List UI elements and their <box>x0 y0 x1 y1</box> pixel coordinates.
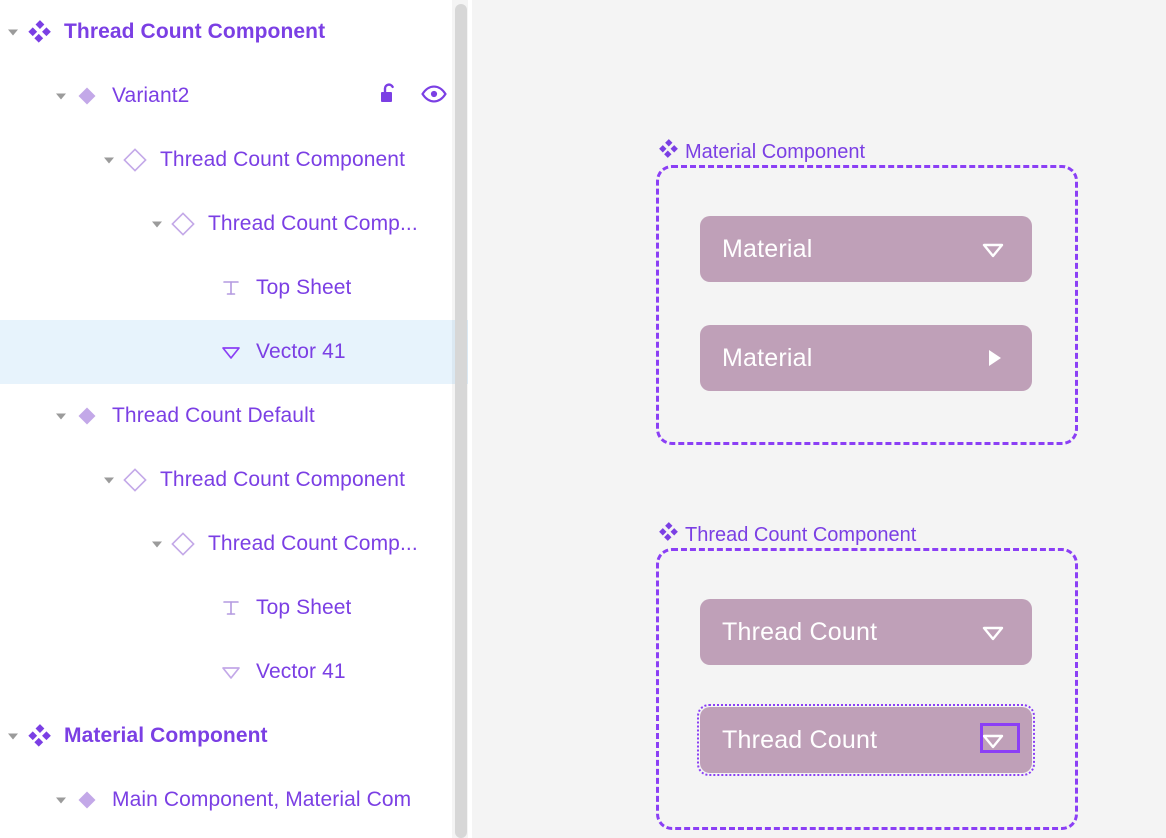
caret-down-icon[interactable] <box>146 192 168 256</box>
component-set-icon <box>24 704 54 768</box>
layer-row[interactable]: Thread Count Comp... <box>0 192 452 256</box>
panel-divider <box>468 0 472 838</box>
chevron-down-outline-icon[interactable] <box>976 723 1010 757</box>
layer-row-label: Thread Count Comp... <box>208 532 418 555</box>
layer-row[interactable]: Thread Count Component <box>0 128 452 192</box>
button-label: Thread Count <box>722 617 878 646</box>
frame-outline-material-component[interactable] <box>656 165 1078 445</box>
chevron-down-outline-icon[interactable] <box>976 232 1010 266</box>
thread-count-selected-button[interactable]: Thread Count <box>700 707 1032 773</box>
layer-tree[interactable]: Thread Count Component Variant2 Thread Cou… <box>0 0 452 832</box>
caret-placeholder <box>194 320 216 384</box>
frame-label-material-component[interactable]: Material Component <box>658 139 865 165</box>
layer-row-label: Top Sheet <box>256 276 352 299</box>
caret-placeholder <box>194 640 216 704</box>
variant-diamond-icon <box>72 64 102 128</box>
variant-diamond-icon <box>72 384 102 448</box>
layers-panel-scrollbar[interactable] <box>452 0 468 838</box>
button-label: Material <box>722 343 813 372</box>
layer-row[interactable]: Top Sheet <box>0 256 452 320</box>
layer-row[interactable]: Main Component, Material Com <box>0 768 452 832</box>
caret-down-icon[interactable] <box>98 128 120 192</box>
component-set-icon <box>24 0 54 64</box>
variant-diamond-icon <box>72 768 102 832</box>
layer-row-label: Thread Count Comp... <box>208 212 418 235</box>
instance-diamond-icon <box>168 512 198 576</box>
layer-row[interactable]: Material Component <box>0 704 452 768</box>
unlock-icon[interactable] <box>376 81 402 112</box>
caret-placeholder <box>194 256 216 320</box>
caret-down-icon[interactable] <box>146 512 168 576</box>
frame-outline-thread-count-component[interactable] <box>656 548 1078 830</box>
vector-triangle-icon <box>216 640 246 704</box>
material-dropdown-button[interactable]: Material <box>700 216 1032 282</box>
caret-down-icon[interactable] <box>2 704 24 768</box>
component-set-icon <box>658 522 678 548</box>
frame-label-thread-count-component[interactable]: Thread Count Component <box>658 522 916 548</box>
layer-row[interactable]: Thread Count Comp... <box>0 512 452 576</box>
play-triangle-icon[interactable] <box>976 341 1010 375</box>
layer-row-label: Thread Count Component <box>160 468 406 491</box>
caret-down-icon[interactable] <box>50 64 72 128</box>
layer-row[interactable]: Thread Count Default <box>0 384 452 448</box>
button-label: Material <box>722 234 813 263</box>
instance-diamond-icon <box>120 448 150 512</box>
layer-row-label: Variant2 <box>112 84 190 107</box>
frame-title-text: Material Component <box>685 140 866 163</box>
layer-row[interactable]: Variant2 <box>0 64 452 128</box>
caret-down-icon[interactable] <box>50 384 72 448</box>
layers-panel[interactable]: Thread Count Component Variant2 Thread Cou… <box>0 0 452 838</box>
figma-like-editor: Thread Count Component Variant2 Thread Cou… <box>0 0 1166 838</box>
text-icon <box>216 256 246 320</box>
layer-row[interactable]: Thread Count Component <box>0 0 452 64</box>
layer-row-label: Main Component, Material Com <box>112 788 412 811</box>
caret-placeholder <box>194 576 216 640</box>
layer-row-actions <box>376 64 448 128</box>
caret-down-icon[interactable] <box>2 0 24 64</box>
layer-row[interactable]: Vector 41 <box>0 320 452 384</box>
scrollbar-thumb[interactable] <box>455 4 467 838</box>
caret-down-icon[interactable] <box>50 768 72 832</box>
instance-diamond-icon <box>120 128 150 192</box>
layer-row[interactable]: Thread Count Component <box>0 448 452 512</box>
layer-row-label: Thread Count Component <box>160 148 406 171</box>
instance-diamond-icon <box>168 192 198 256</box>
design-canvas[interactable]: Material Component Material Material Thr… <box>452 0 1166 838</box>
layer-row-label: Thread Count Default <box>112 404 315 427</box>
layer-row[interactable]: Vector 41 <box>0 640 452 704</box>
layer-row-label: Vector 41 <box>256 340 346 363</box>
caret-down-icon[interactable] <box>98 448 120 512</box>
layer-row[interactable]: Top Sheet <box>0 576 452 640</box>
text-icon <box>216 576 246 640</box>
chevron-down-outline-icon[interactable] <box>976 615 1010 649</box>
material-play-button[interactable]: Material <box>700 325 1032 391</box>
frame-title-text: Thread Count Component <box>685 523 917 546</box>
thread-count-dropdown-button[interactable]: Thread Count <box>700 599 1032 665</box>
layer-row-label: Vector 41 <box>256 660 346 683</box>
layer-row-label: Material Component <box>64 724 268 747</box>
component-set-icon <box>658 139 678 165</box>
button-label: Thread Count <box>722 725 878 754</box>
eye-icon[interactable] <box>420 80 448 113</box>
layer-row-label: Thread Count Component <box>64 20 326 43</box>
layer-row-label: Top Sheet <box>256 596 352 619</box>
vector-triangle-icon <box>216 320 246 384</box>
